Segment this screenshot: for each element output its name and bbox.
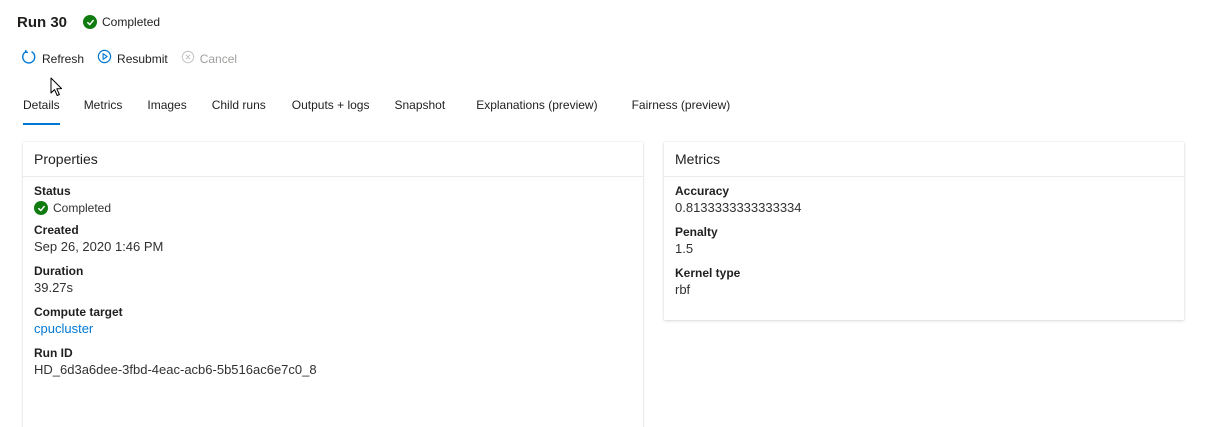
duration-field: Duration 39.27s	[23, 264, 643, 295]
tab-bar: Details Metrics Images Child runs Output…	[23, 98, 730, 128]
compute-target-link[interactable]: cpucluster	[34, 321, 643, 336]
duration-value: 39.27s	[34, 280, 74, 295]
run-id-field: Run ID HD_6d3a6dee-3fbd-4eac-acb6-5b516a…	[23, 346, 643, 377]
cancel-icon	[181, 50, 195, 69]
status-badge: Completed	[83, 15, 160, 29]
tab-outputs-logs[interactable]: Outputs + logs	[292, 98, 370, 128]
cancel-label: Cancel	[199, 52, 238, 66]
penalty-label: Penalty	[675, 225, 718, 239]
checkmark-icon	[34, 201, 48, 215]
properties-title: Properties	[23, 142, 643, 177]
status-field: Status Completed	[23, 184, 643, 215]
status-value: Completed	[34, 201, 643, 215]
run-details-page: Run 30 Completed Refresh Resubmit Cancel…	[0, 0, 1213, 427]
run-id-label: Run ID	[34, 346, 73, 360]
resubmit-button[interactable]: Resubmit	[97, 49, 168, 69]
penalty-value: 1.5	[675, 241, 694, 256]
created-label: Created	[34, 223, 79, 237]
page-title: Run 30	[17, 13, 68, 31]
refresh-button[interactable]: Refresh	[21, 49, 84, 70]
penalty-field: Penalty 1.5	[664, 225, 1184, 256]
status-label: Status	[34, 184, 71, 198]
command-bar: Refresh Resubmit Cancel	[21, 49, 250, 70]
kernel-type-value: rbf	[675, 282, 691, 297]
tab-child-runs[interactable]: Child runs	[212, 98, 266, 128]
kernel-type-field: Kernel type rbf	[664, 266, 1184, 297]
tab-details[interactable]: Details	[23, 98, 60, 128]
metrics-title: Metrics	[664, 142, 1184, 177]
refresh-label: Refresh	[42, 52, 85, 66]
resubmit-label: Resubmit	[117, 52, 168, 66]
accuracy-field: Accuracy 0.8133333333333334	[664, 184, 1184, 215]
duration-label: Duration	[34, 264, 84, 278]
kernel-type-label: Kernel type	[675, 266, 741, 280]
cancel-button[interactable]: Cancel	[181, 50, 237, 69]
run-id-value: HD_6d3a6dee-3fbd-4eac-acb6-5b516ac6e7c0_…	[34, 362, 317, 377]
resubmit-icon	[97, 49, 112, 69]
compute-target-field: Compute target cpucluster	[23, 305, 643, 336]
refresh-icon	[21, 49, 37, 70]
status-badge-label: Completed	[102, 15, 161, 29]
tab-fairness[interactable]: Fairness (preview)	[632, 98, 731, 128]
tab-images[interactable]: Images	[147, 98, 186, 128]
created-field: Created Sep 26, 2020 1:46 PM	[23, 223, 643, 254]
status-value-text: Completed	[53, 201, 112, 215]
page-header: Run 30 Completed	[17, 11, 160, 33]
tab-explanations[interactable]: Explanations (preview)	[476, 98, 597, 128]
accuracy-value: 0.8133333333333334	[675, 200, 802, 215]
metrics-card: Metrics Accuracy 0.8133333333333334 Pena…	[664, 142, 1184, 320]
checkmark-icon	[83, 15, 98, 29]
accuracy-label: Accuracy	[675, 184, 730, 198]
properties-card: Properties Status Completed Created Sep …	[23, 142, 643, 427]
tab-metrics[interactable]: Metrics	[84, 98, 123, 128]
tab-snapshot[interactable]: Snapshot	[394, 98, 445, 128]
created-value: Sep 26, 2020 1:46 PM	[34, 239, 164, 254]
compute-target-label: Compute target	[34, 305, 123, 319]
